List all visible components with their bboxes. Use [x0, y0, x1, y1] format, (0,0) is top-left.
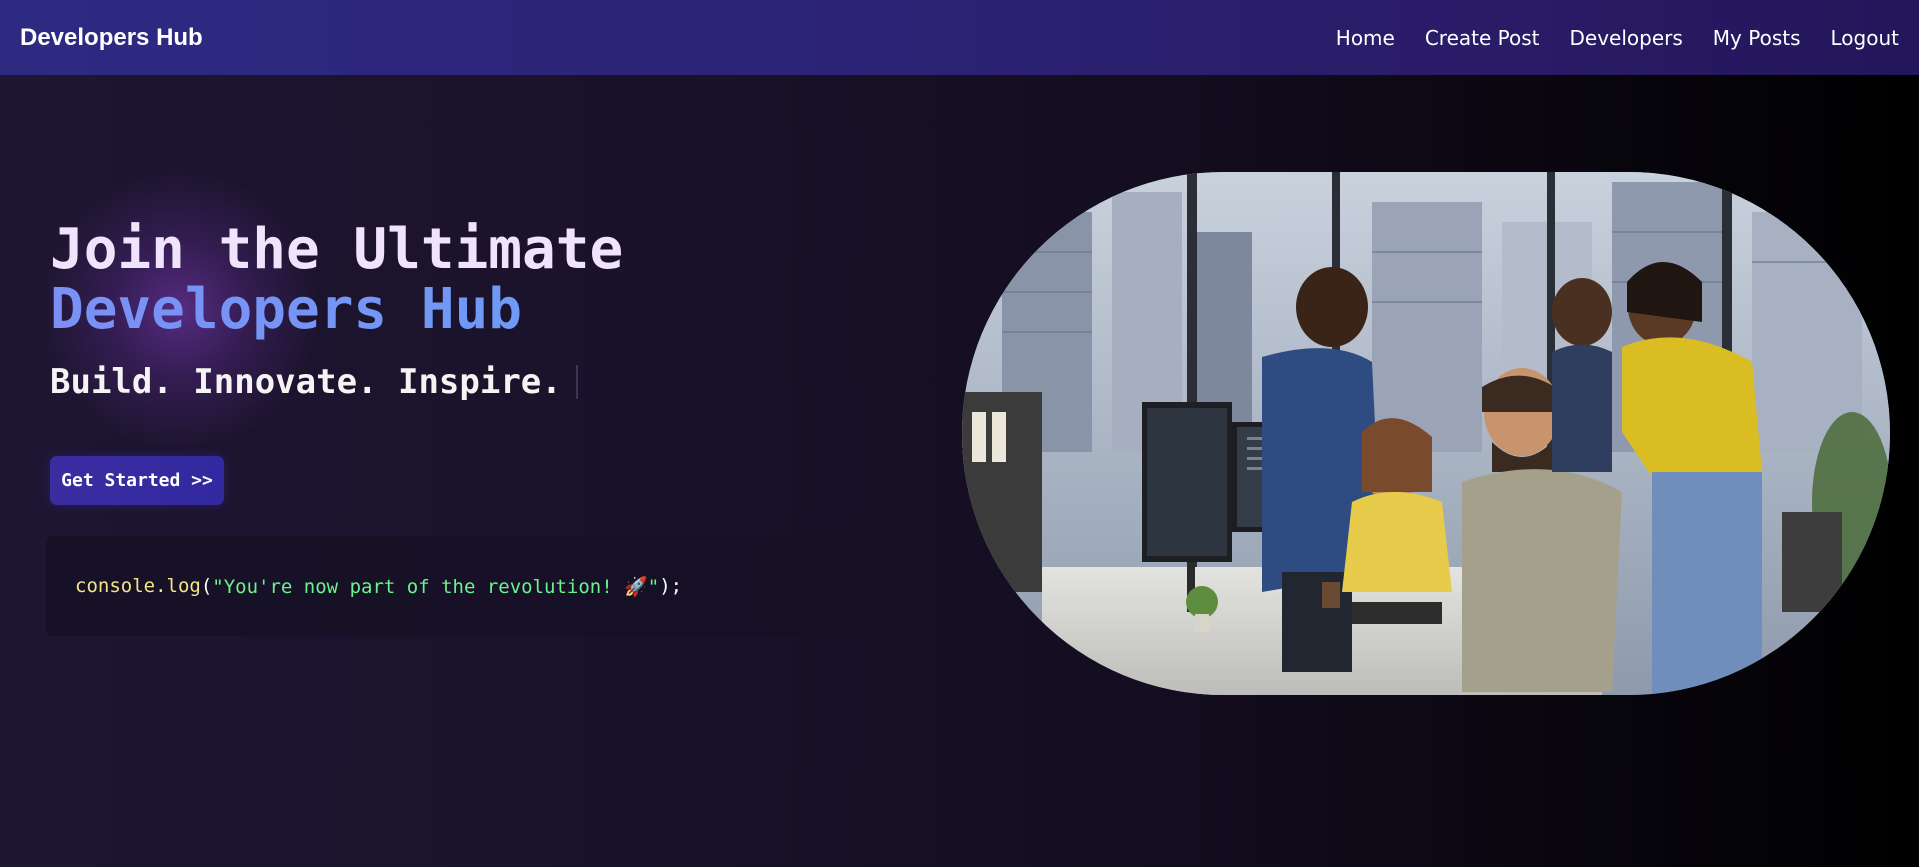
tagline-text: Build. Innovate. Inspire.	[50, 362, 562, 402]
nav-link-create-post[interactable]: Create Post	[1425, 26, 1540, 50]
hero-title-line1: Join the Ultimate	[50, 217, 624, 282]
code-function: console.log	[75, 575, 201, 597]
get-started-button[interactable]: Get Started >>	[50, 456, 224, 505]
code-open-paren: (	[200, 575, 213, 597]
hero-tagline: Build. Innovate. Inspire.	[50, 362, 950, 402]
code-close: );	[659, 575, 683, 597]
navbar: Developers Hub Home Create Post Develope…	[0, 0, 1919, 75]
nav-link-developers[interactable]: Developers	[1570, 26, 1683, 50]
nav-links: Home Create Post Developers My Posts Log…	[1336, 26, 1899, 50]
code-snippet: console.log("You're now part of the revo…	[46, 536, 940, 636]
nav-link-my-posts[interactable]: My Posts	[1713, 26, 1801, 50]
hero-image	[962, 172, 1890, 695]
nav-link-home[interactable]: Home	[1336, 26, 1395, 50]
hero-illustration	[962, 172, 1890, 695]
typing-cursor	[575, 365, 578, 399]
code-string: "You're now part of the revolution! 🚀"	[212, 575, 660, 598]
brand-logo[interactable]: Developers Hub	[20, 24, 203, 52]
hero-title-line2: Developers Hub	[50, 280, 950, 340]
page: Developers Hub Home Create Post Develope…	[0, 0, 1919, 867]
hero-text: Join the Ultimate Developers Hub Build. …	[50, 217, 950, 403]
nav-link-logout[interactable]: Logout	[1831, 26, 1899, 50]
